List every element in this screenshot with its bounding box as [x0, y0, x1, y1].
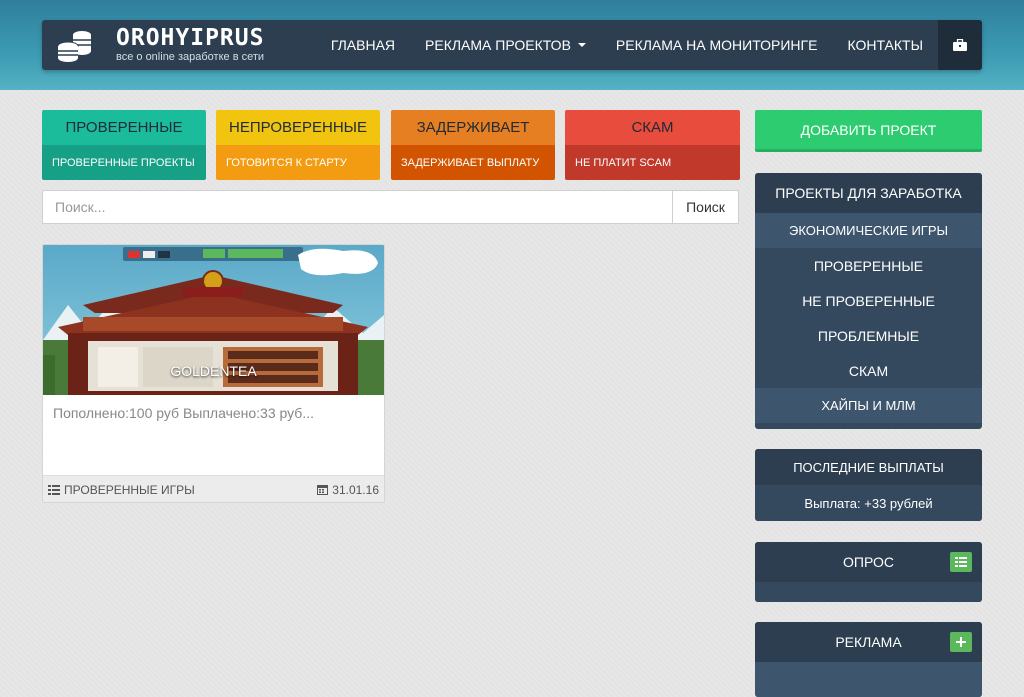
poll-panel-title: ОПРОС [843, 554, 894, 570]
calendar-icon [317, 485, 329, 495]
status-title: ПРОВЕРЕННЫЕ [42, 110, 206, 145]
status-subtitle: ГОТОВИТСЯ К СТАРТУ [216, 145, 380, 180]
payouts-panel-title: ПОСЛЕДНИЕ ВЫПЛАТЫ [755, 449, 982, 485]
add-project-button[interactable]: ДОБАВИТЬ ПРОЕКТ [755, 110, 982, 152]
poll-panel: ОПРОС [755, 542, 982, 602]
ads-panel: РЕКЛАМА [755, 622, 982, 697]
status-subtitle: ЗАДЕРЖИВАЕТ ВЫПЛАТУ [391, 145, 555, 180]
status-title: НЕПРОВЕРЕННЫЕ [216, 110, 380, 145]
ads-expand-button[interactable] [950, 632, 972, 652]
list-icon [955, 557, 967, 567]
status-box-unverified[interactable]: НЕПРОВЕРЕННЫЕ ГОТОВИТСЯ К СТАРТУ [216, 110, 380, 180]
sidebar-item-unverified[interactable]: НЕ ПРОВЕРЕННЫЕ [755, 283, 982, 318]
brand-title: OROHYIPRUS [116, 25, 265, 51]
caret-down-icon [577, 43, 586, 47]
ads-panel-body [755, 662, 982, 697]
search-bar: Поиск [42, 190, 739, 224]
briefcase-icon [953, 39, 967, 51]
poll-toggle-button[interactable] [950, 552, 972, 572]
project-card-footer: ПРОВЕРЕННЫЕ ИГРЫ 31.01.16 [43, 475, 384, 502]
nav-ads-projects-label: РЕКЛАМА ПРОЕКТОВ [425, 37, 571, 53]
list-icon [48, 484, 60, 495]
nav-contacts[interactable]: КОНТАКТЫ [832, 20, 938, 70]
brand-subtitle: все о online заработке в сети [116, 51, 265, 63]
status-title: ЗАДЕРЖИВАЕТ [391, 110, 555, 145]
status-box-scam[interactable]: СКАМ НЕ ПЛАТИТ SCAM [565, 110, 740, 180]
project-card[interactable]: GOLDENTEA Пополнено:100 руб Выплачено:33… [42, 244, 385, 503]
payouts-panel: ПОСЛЕДНИЕ ВЫПЛАТЫ Выплата: +33 рублей [755, 449, 982, 521]
poll-panel-header: ОПРОС [755, 542, 982, 582]
plus-icon [956, 637, 966, 647]
search-input[interactable] [42, 190, 672, 224]
projects-panel: ПРОЕКТЫ ДЛЯ ЗАРАБОТКА ЭКОНОМИЧЕСКИЕ ИГРЫ… [755, 173, 982, 429]
project-description: Пополнено:100 руб Выплачено:33 руб... [53, 405, 314, 421]
poll-panel-body [755, 582, 982, 602]
status-subtitle: ПРОВЕРЕННЫЕ ПРОЕКТЫ [42, 145, 206, 180]
nav-briefcase-button[interactable] [938, 20, 982, 70]
sidebar-item-problematic[interactable]: ПРОБЛЕМНЫЕ [755, 318, 982, 353]
nav-ads-projects-dropdown[interactable]: РЕКЛАМА ПРОЕКТОВ [410, 20, 601, 70]
project-category[interactable]: ПРОВЕРЕННЫЕ ИГРЫ [64, 483, 195, 497]
sidebar-item-hyips-mlm[interactable]: ХАЙПЫ И МЛМ [755, 388, 982, 423]
sidebar-item-scam[interactable]: СКАМ [755, 353, 982, 388]
brand[interactable]: OROHYIPRUS все о online заработке в сети [42, 20, 316, 70]
project-thumbnail[interactable]: GOLDENTEA [43, 245, 384, 395]
ads-panel-header: РЕКЛАМА [755, 622, 982, 662]
coins-logo-icon [57, 31, 91, 62]
project-date: 31.01.16 [332, 482, 379, 497]
status-box-verified[interactable]: ПРОВЕРЕННЫЕ ПРОВЕРЕННЫЕ ПРОЕКТЫ [42, 110, 206, 180]
status-title: СКАМ [565, 110, 740, 145]
status-box-delaying[interactable]: ЗАДЕРЖИВАЕТ ЗАДЕРЖИВАЕТ ВЫПЛАТУ [391, 110, 555, 180]
status-subtitle: НЕ ПЛАТИТ SCAM [565, 145, 740, 180]
sidebar-item-economic-games[interactable]: ЭКОНОМИЧЕСКИЕ ИГРЫ [755, 213, 982, 248]
ads-panel-title: РЕКЛАМА [835, 634, 902, 650]
search-button[interactable]: Поиск [672, 190, 739, 224]
sidebar-item-verified[interactable]: ПРОВЕРЕННЫЕ [755, 248, 982, 283]
payout-item: Выплата: +33 рублей [755, 485, 982, 521]
projects-panel-title: ПРОЕКТЫ ДЛЯ ЗАРАБОТКА [755, 173, 982, 213]
nav-ads-monitoring[interactable]: РЕКЛАМА НА МОНИТОРИНГЕ [601, 20, 833, 70]
navbar: OROHYIPRUS все о online заработке в сети… [42, 20, 982, 70]
nav-home[interactable]: ГЛАВНАЯ [316, 20, 410, 70]
project-title[interactable]: GOLDENTEA [43, 363, 384, 379]
